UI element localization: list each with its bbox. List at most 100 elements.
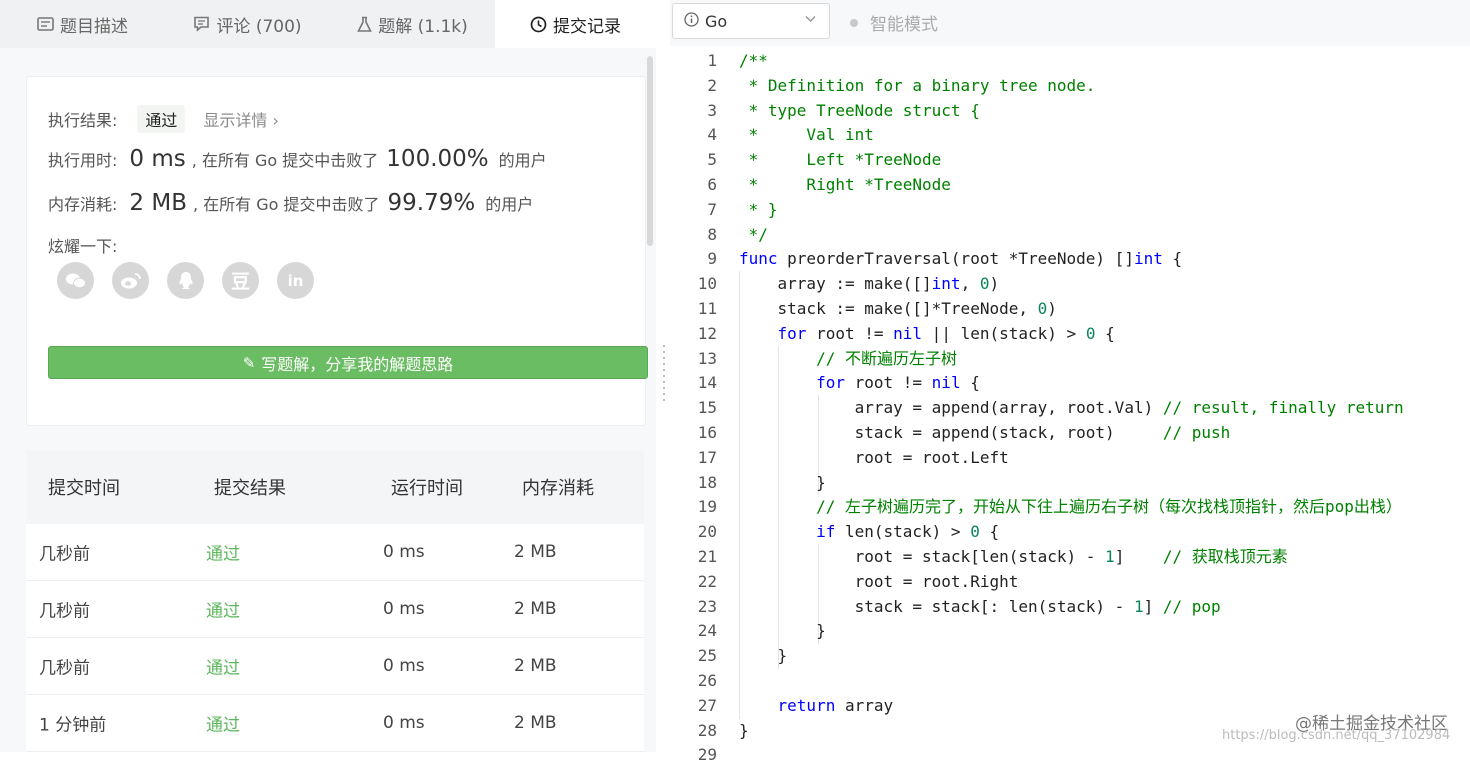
code-line: 11 stack := make([]*TreeNode, 0): [670, 297, 1470, 322]
code-text: * type TreeNode struct {: [739, 100, 980, 120]
panel-resize-handle[interactable]: [662, 345, 666, 405]
memory-percentile: 99.79%: [387, 190, 476, 216]
line-number: 9: [707, 249, 717, 269]
status-row: 执行结果: 通过 显示详情 ›: [48, 105, 279, 133]
cell-runtime: 0 ms: [383, 656, 425, 676]
tab-submissions[interactable]: 提交记录: [495, 0, 656, 48]
cell-time: 1 分钟前: [39, 715, 107, 736]
chevron-right-icon: ›: [272, 111, 279, 130]
line-number: 24: [697, 621, 717, 641]
code-text: }: [739, 472, 826, 492]
code-text: array := make([]int, 0): [739, 274, 1000, 294]
editor-toolbar: Go 智能模式: [670, 0, 1470, 46]
cell-memory: 2 MB: [514, 542, 557, 562]
line-number: 25: [697, 646, 717, 666]
code-line: 25 }: [670, 644, 1470, 669]
tab-solutions-label: 题解 (1.1k): [378, 16, 468, 37]
cell-result[interactable]: 通过: [206, 654, 240, 679]
status-badge: 通过: [137, 105, 186, 133]
cell-runtime: 0 ms: [383, 713, 425, 733]
code-text: * Val int: [739, 125, 874, 145]
runtime-label: 执行用时:: [48, 151, 118, 170]
line-number: 1: [707, 51, 717, 70]
line-number: 4: [707, 125, 717, 145]
douban-icon[interactable]: 豆: [222, 262, 259, 299]
tab-solutions[interactable]: 题解 (1.1k): [330, 0, 495, 48]
language-select[interactable]: Go: [672, 3, 830, 39]
code-text: root = root.Left: [739, 447, 1009, 467]
tab-submissions-label: 提交记录: [553, 16, 621, 37]
header-runtime: 运行时间: [391, 478, 463, 499]
table-header: 提交时间 提交结果 运行时间 内存消耗: [26, 450, 644, 524]
code-text: return array: [777, 695, 894, 715]
code-text: * }: [739, 199, 778, 219]
smart-mode-toggle[interactable]: 智能模式: [850, 10, 938, 35]
cell-result[interactable]: 通过: [206, 597, 240, 622]
code-text: }: [739, 621, 826, 641]
tab-description-label: 题目描述: [60, 16, 128, 37]
code-line: 14 for root != nil {: [670, 371, 1470, 396]
code-text: array = append(array, root.Val) // resul…: [739, 398, 1404, 418]
runtime-text: , 在所有 Go 提交中击败了: [191, 151, 379, 170]
cell-result[interactable]: 通过: [206, 711, 240, 736]
table-row[interactable]: 几秒前 通过 0 ms 2 MB: [26, 638, 644, 695]
code-line: 7 * }: [670, 198, 1470, 223]
weibo-icon[interactable]: [112, 262, 149, 299]
description-icon: [37, 17, 54, 31]
code-line: 9 func preorderTraversal(root *TreeNode) …: [670, 247, 1470, 272]
cell-time: 几秒前: [39, 601, 90, 622]
memory-label: 内存消耗:: [48, 195, 118, 214]
code-text: root = root.Right: [739, 571, 1019, 591]
code-text: }: [739, 720, 749, 740]
left-scrollbar-thumb[interactable]: [647, 56, 653, 246]
code-line: 23 stack = stack[: len(stack) - 1] // po…: [670, 595, 1470, 620]
cell-time: 几秒前: [39, 544, 90, 565]
cell-memory: 2 MB: [514, 599, 557, 619]
wechat-icon[interactable]: [57, 262, 94, 299]
tab-description[interactable]: 题目描述: [0, 0, 165, 48]
linkedin-icon[interactable]: in: [277, 262, 314, 299]
show-details-label: 显示详情: [203, 111, 268, 130]
runtime-suffix: 的用户: [498, 151, 547, 170]
line-number: 29: [697, 745, 717, 765]
line-number: 21: [697, 547, 717, 566]
line-number: 12: [697, 323, 717, 343]
table-row[interactable]: 几秒前 通过 0 ms 2 MB: [26, 581, 644, 638]
code-text: // 不断遍历左子树: [816, 348, 957, 368]
qq-icon[interactable]: [167, 262, 204, 299]
table-row[interactable]: 1 分钟前 通过 0 ms 2 MB: [26, 695, 644, 752]
clock-icon: [530, 16, 547, 33]
language-value: Go: [705, 11, 728, 31]
line-number: 8: [707, 224, 717, 244]
code-text: for root != nil {: [816, 373, 980, 393]
code-area[interactable]: 1 /** 2 * Definition for a binary tree nod…: [670, 48, 1470, 764]
show-details-link[interactable]: 显示详情 ›: [203, 107, 279, 131]
cell-result[interactable]: 通过: [206, 540, 240, 565]
cell-memory: 2 MB: [514, 713, 557, 733]
line-number: 22: [697, 571, 717, 591]
line-number: 16: [697, 423, 717, 442]
line-number: 19: [697, 497, 717, 517]
table-row[interactable]: 几秒前 通过 0 ms 2 MB: [26, 524, 644, 581]
line-number: 28: [697, 720, 717, 740]
code-line: 16 stack = append(stack, root) // push: [670, 421, 1470, 446]
cell-runtime: 0 ms: [383, 542, 425, 562]
line-number: 10: [697, 274, 717, 294]
runtime-row: 执行用时: 0 ms , 在所有 Go 提交中击败了 100.00% 的用户: [48, 146, 547, 172]
code-text: * Right *TreeNode: [739, 175, 951, 194]
line-number: 23: [697, 596, 717, 616]
share-icons: 豆 in: [57, 262, 314, 299]
code-line: 12 for root != nil || len(stack) > 0 {: [670, 322, 1470, 347]
code-text: func preorderTraversal(root *TreeNode) […: [739, 249, 1183, 269]
line-number: 14: [697, 373, 717, 393]
tab-comments[interactable]: 评论 (700): [165, 0, 330, 48]
cell-time: 几秒前: [39, 658, 90, 679]
memory-suffix: 的用户: [485, 195, 534, 214]
line-number: 15: [697, 398, 717, 418]
code-line: 3 * type TreeNode struct {: [670, 99, 1470, 124]
write-solution-button[interactable]: ✎ 写题解，分享我的解题思路: [48, 346, 648, 379]
tab-bar: 题目描述 评论 (700) 题解 (1.1k) 提交记录: [0, 0, 656, 48]
line-number: 26: [697, 671, 717, 690]
code-text: * Left *TreeNode: [739, 150, 942, 170]
line-number: 2: [707, 75, 717, 95]
